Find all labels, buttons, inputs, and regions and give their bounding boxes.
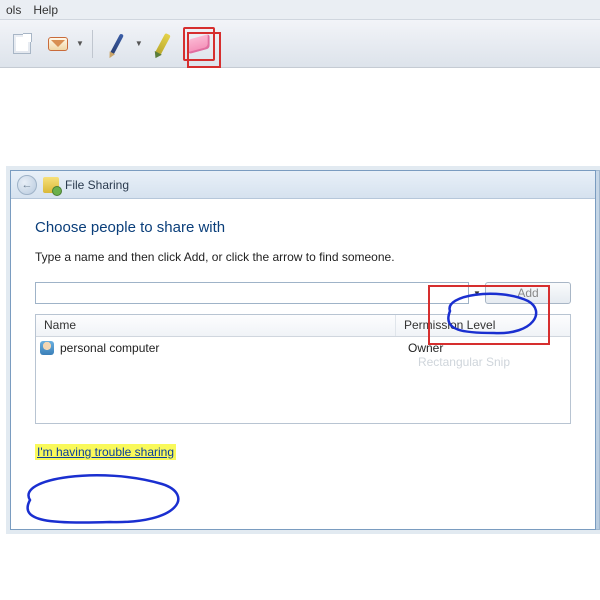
table-header: Name Permission Level — [36, 315, 570, 337]
file-sharing-icon — [43, 177, 59, 193]
file-sharing-dialog: ← File Sharing Choose people to share wi… — [10, 170, 596, 530]
new-snip-button[interactable] — [6, 27, 38, 61]
highlighter-tool-button[interactable] — [147, 27, 179, 61]
toolbar: ▼ ▼ — [0, 20, 600, 68]
eraser-icon — [188, 33, 209, 53]
highlighter-icon — [155, 32, 171, 54]
menu-tools[interactable]: ols — [6, 3, 21, 17]
send-snip-button[interactable] — [42, 27, 74, 61]
column-name-header[interactable]: Name — [36, 315, 396, 336]
dialog-titlebar: ← File Sharing — [11, 171, 595, 199]
envelope-icon — [48, 37, 68, 51]
dialog-subtitle: Type a name and then click Add, or click… — [35, 250, 571, 264]
chevron-down-icon[interactable]: ▼ — [135, 39, 143, 48]
menu-help[interactable]: Help — [33, 3, 58, 17]
pen-icon — [110, 33, 124, 54]
add-person-row: ▼ Add — [35, 282, 571, 304]
back-button[interactable]: ← — [17, 175, 37, 195]
watermark-text: Rectangular Snip — [418, 355, 510, 369]
dialog-body: Choose people to share with Type a name … — [11, 199, 595, 468]
user-icon — [40, 341, 54, 355]
person-name-input[interactable] — [35, 282, 469, 304]
trouble-sharing-link[interactable]: I'm having trouble sharing — [35, 444, 176, 460]
row-permission-cell: Owner — [400, 341, 570, 355]
column-permission-header[interactable]: Permission Level — [396, 315, 570, 336]
toolbar-separator — [92, 30, 93, 58]
pen-tool-button[interactable] — [101, 27, 133, 61]
add-button[interactable]: Add — [485, 282, 571, 304]
chevron-down-icon[interactable]: ▼ — [469, 282, 485, 304]
shared-people-table: Name Permission Level personal computer … — [35, 314, 571, 424]
dialog-heading: Choose people to share with — [35, 219, 571, 236]
menu-bar: ols Help — [0, 0, 600, 20]
row-name-cell: personal computer — [60, 341, 400, 355]
eraser-tool-button[interactable] — [183, 27, 215, 61]
document-icon — [13, 34, 31, 54]
arrow-left-icon: ← — [22, 179, 33, 191]
dialog-title: File Sharing — [65, 178, 129, 192]
chevron-down-icon[interactable]: ▼ — [76, 39, 84, 48]
